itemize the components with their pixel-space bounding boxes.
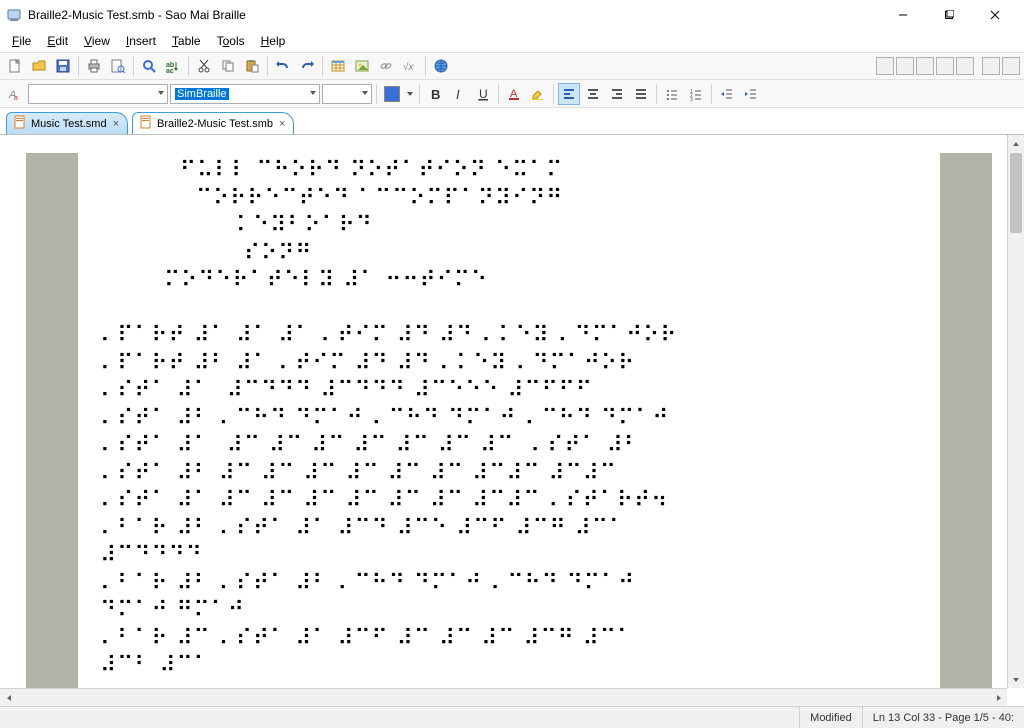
print-preview-button[interactable]	[107, 55, 129, 77]
insert-image-button[interactable]	[351, 55, 373, 77]
toolbar-standard: abac √x	[0, 52, 1024, 80]
insert-table-button[interactable]	[327, 55, 349, 77]
tab-braille2-music-test-smb[interactable]: Braille2-Music Test.smb ×	[132, 112, 294, 134]
paste-button[interactable]	[241, 55, 263, 77]
page-gutter-right	[940, 153, 992, 688]
status-position: Ln 13 Col 33 - Page 1/5 - 40:	[862, 707, 1024, 728]
titlebar: Braille2-Music Test.smb - Sao Mai Braill…	[0, 0, 1024, 30]
menubar: File Edit View Insert Table Tools Help	[0, 30, 1024, 52]
chevron-down-icon	[309, 88, 317, 100]
view-box-5[interactable]	[956, 57, 974, 75]
view-box-7[interactable]	[1002, 57, 1020, 75]
insert-link-button[interactable]	[375, 55, 397, 77]
app-icon	[6, 7, 22, 23]
menu-view[interactable]: View	[76, 32, 118, 50]
menu-file[interactable]: File	[4, 32, 39, 50]
replace-button[interactable]: abac	[162, 55, 184, 77]
highlight-button[interactable]	[527, 83, 549, 105]
svg-text:√x: √x	[403, 61, 414, 73]
document-area: ⠋⠥⠇⠇ ⠉⠓⠕⠗⠙ ⠝⠕⠞⠁⠞⠊⠕⠝ ⠑⠭⠁⠍ ⠉⠕⠗⠗⠑⠉⠞⠑⠙ ⠁⠉⠉⠕⠍…	[0, 134, 1024, 706]
svg-text:ac: ac	[166, 68, 174, 74]
open-button[interactable]	[28, 55, 50, 77]
view-box-2[interactable]	[896, 57, 914, 75]
toolbar-formatting: Aa SimBraille B I U A 123	[0, 80, 1024, 108]
tab-close-icon[interactable]: ×	[113, 118, 119, 130]
tab-label: Braille2-Music Test.smb	[157, 118, 273, 130]
italic-button[interactable]: I	[448, 83, 470, 105]
align-right-button[interactable]	[606, 83, 628, 105]
svg-text:a: a	[14, 95, 18, 102]
align-left-button[interactable]	[558, 83, 580, 105]
scroll-up-arrow[interactable]	[1008, 135, 1024, 152]
page-gutter-left	[26, 153, 78, 688]
increase-indent-button[interactable]	[740, 83, 762, 105]
window-title: Braille2-Music Test.smb - Sao Mai Braill…	[28, 8, 246, 22]
bullets-button[interactable]	[661, 83, 683, 105]
copy-button[interactable]	[217, 55, 239, 77]
menu-help[interactable]: Help	[253, 32, 294, 50]
print-button[interactable]	[83, 55, 105, 77]
font-combo[interactable]: SimBraille	[170, 84, 320, 104]
size-combo[interactable]	[322, 84, 372, 104]
tab-label: Music Test.smd	[31, 118, 107, 130]
maximize-button[interactable]	[926, 0, 972, 30]
horizontal-scrollbar[interactable]	[0, 688, 1007, 706]
page-paper[interactable]: ⠋⠥⠇⠇ ⠉⠓⠕⠗⠙ ⠝⠕⠞⠁⠞⠊⠕⠝ ⠑⠭⠁⠍ ⠉⠕⠗⠗⠑⠉⠞⠑⠙ ⠁⠉⠉⠕⠍…	[80, 153, 938, 688]
undo-button[interactable]	[272, 55, 294, 77]
save-button[interactable]	[52, 55, 74, 77]
new-button[interactable]	[4, 55, 26, 77]
chevron-down-icon	[361, 88, 369, 100]
web-button[interactable]	[430, 55, 452, 77]
close-button[interactable]	[972, 0, 1018, 30]
chevron-down-icon	[157, 88, 165, 100]
menu-tools[interactable]: Tools	[209, 32, 253, 50]
menu-table[interactable]: Table	[164, 32, 209, 50]
status-modified: Modified	[799, 707, 862, 728]
view-box-4[interactable]	[936, 57, 954, 75]
scroll-thumb[interactable]	[1010, 153, 1022, 233]
align-justify-button[interactable]	[630, 83, 652, 105]
svg-text:I: I	[456, 87, 460, 102]
view-mode-boxes	[876, 57, 1020, 75]
font-style-button[interactable]: Aa	[4, 83, 26, 105]
style-combo[interactable]	[28, 84, 168, 104]
scroll-down-arrow[interactable]	[1008, 671, 1024, 688]
vertical-scrollbar[interactable]	[1007, 135, 1024, 688]
menu-insert[interactable]: Insert	[118, 32, 164, 50]
view-box-3[interactable]	[916, 57, 934, 75]
font-combo-value: SimBraille	[175, 88, 229, 100]
text-color-button[interactable]: A	[503, 83, 525, 105]
numbering-button[interactable]: 123	[685, 83, 707, 105]
redo-button[interactable]	[296, 55, 318, 77]
statusbar: Modified Ln 13 Col 33 - Page 1/5 - 40:	[0, 706, 1024, 728]
svg-text:3: 3	[690, 97, 693, 102]
scroll-left-arrow[interactable]	[0, 694, 17, 702]
tab-music-test-smd[interactable]: Music Test.smd ×	[6, 112, 128, 134]
document-icon	[139, 115, 153, 132]
chevron-down-icon[interactable]	[405, 90, 415, 98]
braille-text[interactable]: ⠋⠥⠇⠇ ⠉⠓⠕⠗⠙ ⠝⠕⠞⠁⠞⠊⠕⠝ ⠑⠭⠁⠍ ⠉⠕⠗⠗⠑⠉⠞⠑⠙ ⠁⠉⠉⠕⠍…	[80, 153, 938, 684]
svg-text:B: B	[431, 87, 440, 102]
bold-button[interactable]: B	[424, 83, 446, 105]
cut-button[interactable]	[193, 55, 215, 77]
equation-button[interactable]: √x	[399, 55, 421, 77]
svg-text:U: U	[479, 87, 488, 101]
find-button[interactable]	[138, 55, 160, 77]
scroll-right-arrow[interactable]	[990, 694, 1007, 702]
font-color-button[interactable]	[381, 83, 403, 105]
document-icon	[13, 115, 27, 132]
tab-close-icon[interactable]: ×	[279, 118, 285, 130]
document-tabs: Music Test.smd × Braille2-Music Test.smb…	[0, 108, 1024, 134]
menu-edit[interactable]: Edit	[39, 32, 76, 50]
decrease-indent-button[interactable]	[716, 83, 738, 105]
view-box-1[interactable]	[876, 57, 894, 75]
underline-button[interactable]: U	[472, 83, 494, 105]
view-box-6[interactable]	[982, 57, 1000, 75]
align-center-button[interactable]	[582, 83, 604, 105]
minimize-button[interactable]	[880, 0, 926, 30]
